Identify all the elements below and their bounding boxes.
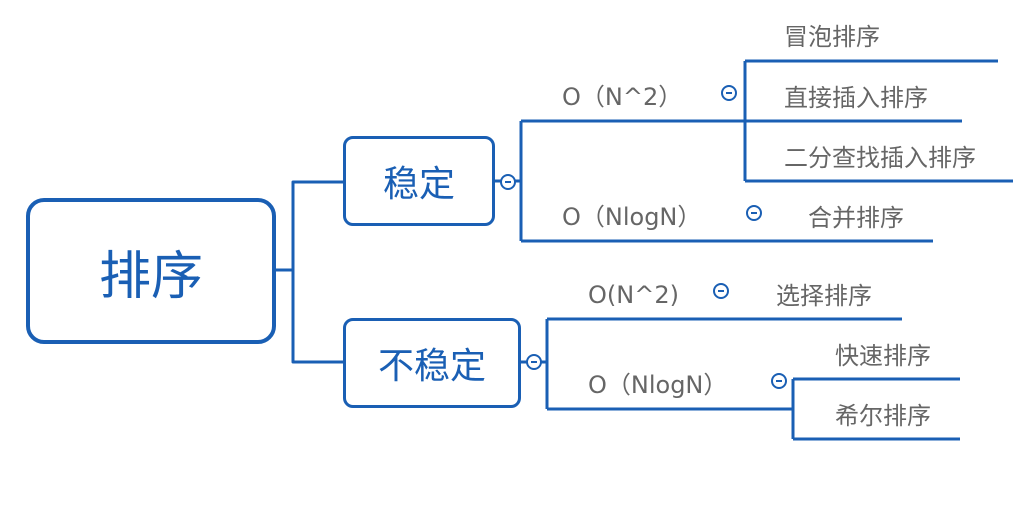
unstable-label: 不稳定 <box>377 346 486 387</box>
leaf-binary-insertion-sort[interactable]: 二分查找插入排序 <box>784 143 976 173</box>
leaf-shell-sort[interactable]: 希尔排序 <box>835 401 931 431</box>
collapse-stable-icon[interactable] <box>500 174 516 190</box>
leaf-insertion-sort[interactable]: 直接插入排序 <box>784 83 928 113</box>
collapse-unstable-n2-icon[interactable] <box>713 283 729 299</box>
collapse-unstable-icon[interactable] <box>526 354 542 370</box>
collapse-stable-nlogn-icon[interactable] <box>746 205 762 221</box>
root-node[interactable]: 排序 <box>26 198 276 344</box>
complexity-stable-n2[interactable]: O（N^2） <box>562 82 682 112</box>
unstable-node[interactable]: 不稳定 <box>343 318 521 408</box>
leaf-merge-sort[interactable]: 合并排序 <box>808 203 904 233</box>
stable-node[interactable]: 稳定 <box>343 136 495 226</box>
complexity-stable-nlogn[interactable]: O（NlogN） <box>562 202 701 232</box>
complexity-unstable-nlogn[interactable]: O（NlogN） <box>588 370 727 400</box>
root-label: 排序 <box>98 246 203 307</box>
leaf-selection-sort[interactable]: 选择排序 <box>776 281 872 311</box>
complexity-unstable-n2[interactable]: O(N^2) <box>588 280 679 310</box>
collapse-unstable-nlogn-icon[interactable] <box>771 373 787 389</box>
leaf-bubble-sort[interactable]: 冒泡排序 <box>784 22 880 52</box>
leaf-quick-sort[interactable]: 快速排序 <box>835 341 931 371</box>
connector-root <box>274 180 345 364</box>
collapse-stable-n2-icon[interactable] <box>721 85 737 101</box>
stable-label: 稳定 <box>382 164 455 205</box>
